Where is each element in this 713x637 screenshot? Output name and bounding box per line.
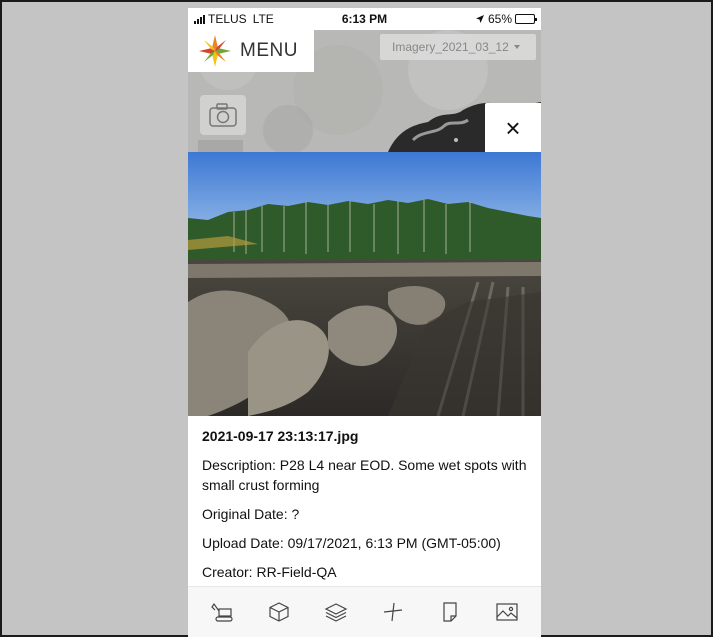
status-bar: TELUS LTE 6:13 PM 65% <box>188 8 541 30</box>
bottom-toolbar <box>188 586 541 637</box>
photo-details: 2021-09-17 23:13:17.jpg Description: P28… <box>188 416 541 586</box>
photo-filename: 2021-09-17 23:13:17.jpg <box>202 428 359 444</box>
imagery-value: Imagery_2021_03_12 <box>392 40 509 54</box>
close-icon: × <box>505 112 521 143</box>
close-button[interactable]: × <box>485 103 541 152</box>
tool-image[interactable] <box>487 592 527 632</box>
excavator-icon <box>211 602 234 622</box>
menu-button[interactable]: MENU <box>188 30 314 72</box>
photo-original-date: Original Date: ? <box>202 506 300 522</box>
tool-measure[interactable] <box>373 592 413 632</box>
phone-screen: TELUS LTE 6:13 PM 65% MENU Imagery_2021_… <box>188 8 541 637</box>
box-3d-icon <box>269 602 289 622</box>
field-photo <box>188 152 541 416</box>
image-icon <box>495 603 518 621</box>
measure-icon <box>383 602 402 622</box>
tool-excavator[interactable] <box>202 592 242 632</box>
camera-button[interactable] <box>200 95 246 135</box>
chevron-down-icon <box>513 45 520 49</box>
tool-layers[interactable] <box>316 592 356 632</box>
photo-description: Description: P28 L4 near EOD. Some wet s… <box>202 457 527 493</box>
tool-page[interactable] <box>430 592 470 632</box>
tool-3d-box[interactable] <box>259 592 299 632</box>
logo-icon <box>199 35 231 67</box>
menu-label: MENU <box>240 40 298 61</box>
screenshot-frame: TELUS LTE 6:13 PM 65% MENU Imagery_2021_… <box>0 0 713 637</box>
camera-icon <box>209 103 237 127</box>
battery-info: 65% <box>475 12 537 26</box>
battery-percent: 65% <box>487 12 512 26</box>
photo-upload-date: Upload Date: 09/17/2021, 6:13 PM (GMT-05… <box>202 535 501 551</box>
imagery-select[interactable]: Imagery_2021_03_12 <box>380 34 536 60</box>
photo-creator: Creator: RR-Field-QA <box>202 564 337 580</box>
page-icon <box>443 602 457 622</box>
layers-icon <box>324 603 348 622</box>
map-view[interactable]: MENU Imagery_2021_03_12 × <box>188 30 541 152</box>
location-arrow-icon <box>475 15 484 23</box>
battery-icon <box>515 14 537 24</box>
